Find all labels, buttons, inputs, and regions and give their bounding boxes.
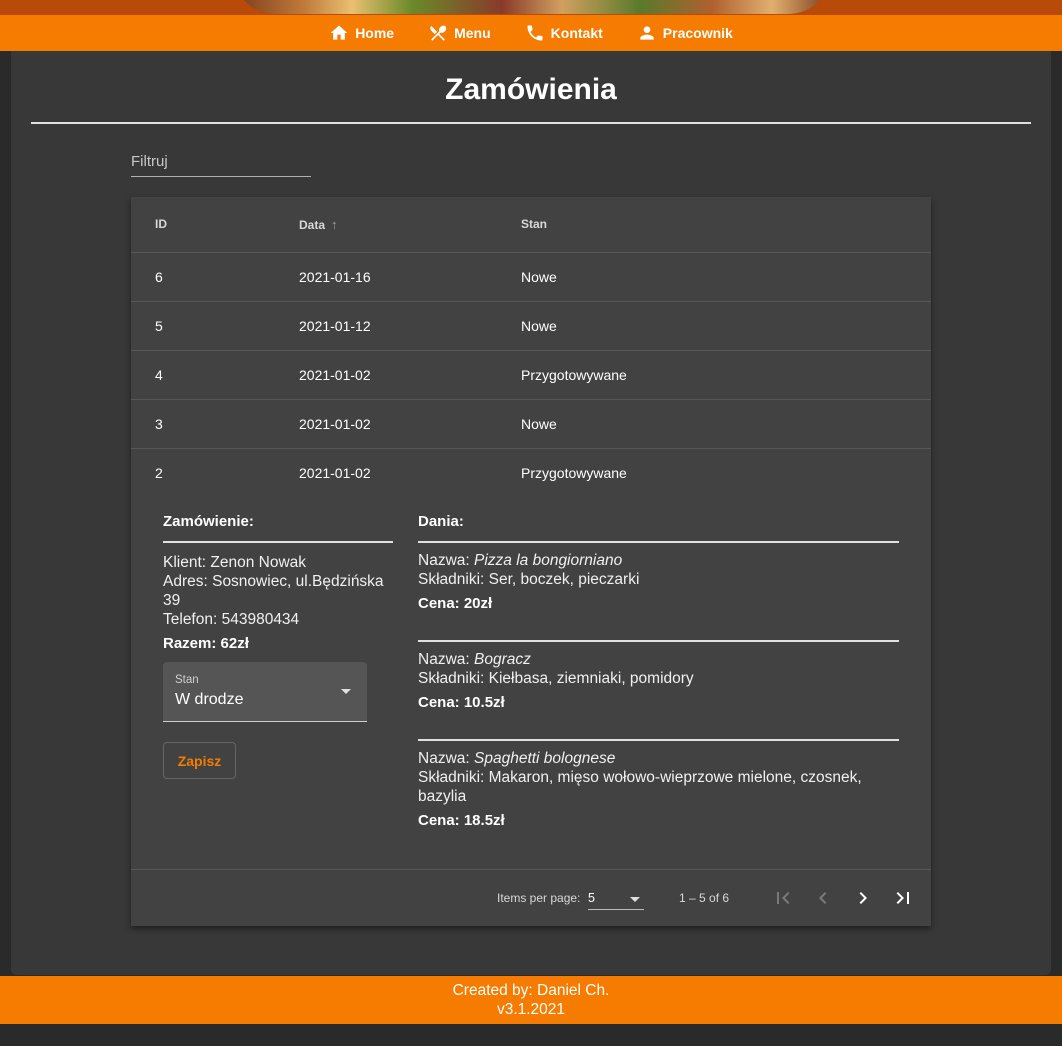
cell-id: 3 [155,416,163,432]
nav-item-pracownik[interactable]: Pracownik [637,23,733,43]
divider [418,640,899,642]
items-per-page-label: Items per page: [497,891,581,905]
cell-stan: Przygotowywane [521,367,627,383]
orders-table: ID Data ↑ Stan 6 2021-01-16 Nowe 5 2021-0… [131,197,931,926]
cell-data: 2021-01-02 [299,367,371,383]
dishes-details: Dania: Nazwa: Pizza la bongiorniano Skła… [418,513,899,829]
dropdown-arrow-icon [341,689,351,694]
cell-data: 2021-01-02 [299,465,371,481]
divider [418,739,899,741]
column-header-data-label: Data [299,218,326,232]
footer-author: Created by: Daniel Ch. [452,982,610,999]
page-range-label: 1 – 5 of 6 [679,891,730,905]
nav-item-home[interactable]: Home [329,23,394,43]
nav-item-kontakt[interactable]: Kontakt [525,23,603,43]
dish-name-value: Bogracz [474,651,531,668]
nav-item-label: Kontakt [550,25,603,41]
header-banner [0,0,1062,15]
cell-stan: Nowe [521,416,557,432]
phone-icon [527,25,543,41]
filter-field[interactable] [131,147,311,177]
nav-item-label: Menu [454,25,491,41]
next-page-button[interactable] [851,886,875,910]
cutlery-icon [430,25,447,41]
save-button[interactable]: Zapisz [163,742,236,779]
last-page-button[interactable] [891,886,915,910]
first-page-button[interactable] [771,886,795,910]
filter-input[interactable] [131,147,311,176]
column-header-id[interactable]: ID [155,217,167,231]
cell-data: 2021-01-02 [299,416,371,432]
nav-item-menu[interactable]: Menu [428,23,491,43]
client-address: Adres: Sosnowiec, ul.Będzińska 39 [163,573,384,609]
table-row[interactable]: 3 2021-01-02 Nowe [131,400,931,449]
previous-page-button[interactable] [811,886,835,910]
sort-arrow-up-icon: ↑ [331,217,338,232]
cell-stan: Nowe [521,318,557,334]
nav-item-label: Home [355,25,395,41]
column-header-stan[interactable]: Stan [521,217,547,231]
footer: Created by: Daniel Ch. v3.1.2021 [0,976,1062,1024]
table-row[interactable]: 6 2021-01-16 Nowe [131,253,931,302]
page-size-value: 5 [588,891,595,905]
last-page-icon [896,892,909,904]
top-navbar: Home Menu Kontakt Pracownik [0,15,1062,51]
dish-name-prefix: Nazwa: [418,750,474,767]
dish-ingredients: Składniki: Kiełbasa, ziemniaki, pomidory [418,670,694,687]
nav-item-label: Pracownik [662,25,733,41]
stan-select[interactable]: Stan W drodze [163,662,367,722]
dish-price: Cena: 20zł [418,595,493,612]
person-icon [640,26,654,40]
order-details: Zamówienie: Klient: Zenon Nowak Adres: S… [163,513,393,779]
cell-data: 2021-01-16 [299,269,371,285]
table-row-expanded[interactable]: 2 2021-01-02 Przygotowywane [131,449,931,498]
dish-name-value: Pizza la bongiorniano [474,552,623,569]
cell-id: 6 [155,269,163,285]
home-icon [330,25,348,40]
orders-panel: Zamówienia ID Data ↑ Stan 6 2021-01-16 No… [11,51,1051,975]
dish-item: Nazwa: Spaghetti bolognese Składniki: Ma… [418,739,899,829]
dish-item: Nazwa: Pizza la bongiorniano Składniki: … [418,541,899,612]
dropdown-arrow-icon [630,897,640,902]
first-page-icon [777,892,790,904]
client-name: Klient: Zenon Nowak [163,554,307,571]
table-row[interactable]: 4 2021-01-02 Przygotowywane [131,351,931,400]
divider [163,541,393,543]
dish-price: Cena: 10.5zł [418,694,505,711]
dish-name: Nazwa: Pizza la bongiorniano [418,551,899,570]
cell-stan: Nowe [521,269,557,285]
cell-id: 5 [155,318,163,334]
dish-name: Nazwa: Spaghetti bolognese [418,749,899,768]
dish-item: Nazwa: Bogracz Składniki: Kiełbasa, ziem… [418,640,899,711]
cell-id: 2 [155,465,163,481]
chevron-right-icon [859,892,867,904]
dish-ingredients: Składniki: Makaron, mięso wołowo-wieprzo… [418,769,862,805]
order-total: Razem: 62zł [163,635,249,652]
dish-name-prefix: Nazwa: [418,552,474,569]
cell-stan: Przygotowywane [521,465,627,481]
banner-food-image [232,0,832,14]
client-phone: Telefon: 543980434 [163,611,300,628]
page-title: Zamówienia [445,73,617,106]
footer-version: v3.1.2021 [496,1001,566,1018]
dish-price: Cena: 18.5zł [418,812,505,829]
stan-select-value: W drodze [175,691,244,708]
cell-id: 4 [155,367,163,383]
title-divider [31,122,1031,124]
dish-name-prefix: Nazwa: [418,651,474,668]
stan-select-label: Stan [175,674,199,686]
dish-name-value: Spaghetti bolognese [474,750,616,767]
order-heading: Zamówienie: [163,513,254,530]
table-row[interactable]: 5 2021-01-12 Nowe [131,302,931,351]
cell-data: 2021-01-12 [299,318,371,334]
chevron-left-icon [819,892,827,904]
column-header-data[interactable]: Data ↑ [299,217,338,232]
table-header-row: ID Data ↑ Stan [131,197,931,253]
divider [418,541,899,543]
page-size-select[interactable]: 5 [588,890,644,910]
dish-ingredients: Składniki: Ser, boczek, pieczarki [418,571,640,588]
dish-name: Nazwa: Bogracz [418,650,899,669]
dishes-heading: Dania: [418,513,464,530]
paginator: Items per page: 5 1 – 5 of 6 [131,869,931,926]
